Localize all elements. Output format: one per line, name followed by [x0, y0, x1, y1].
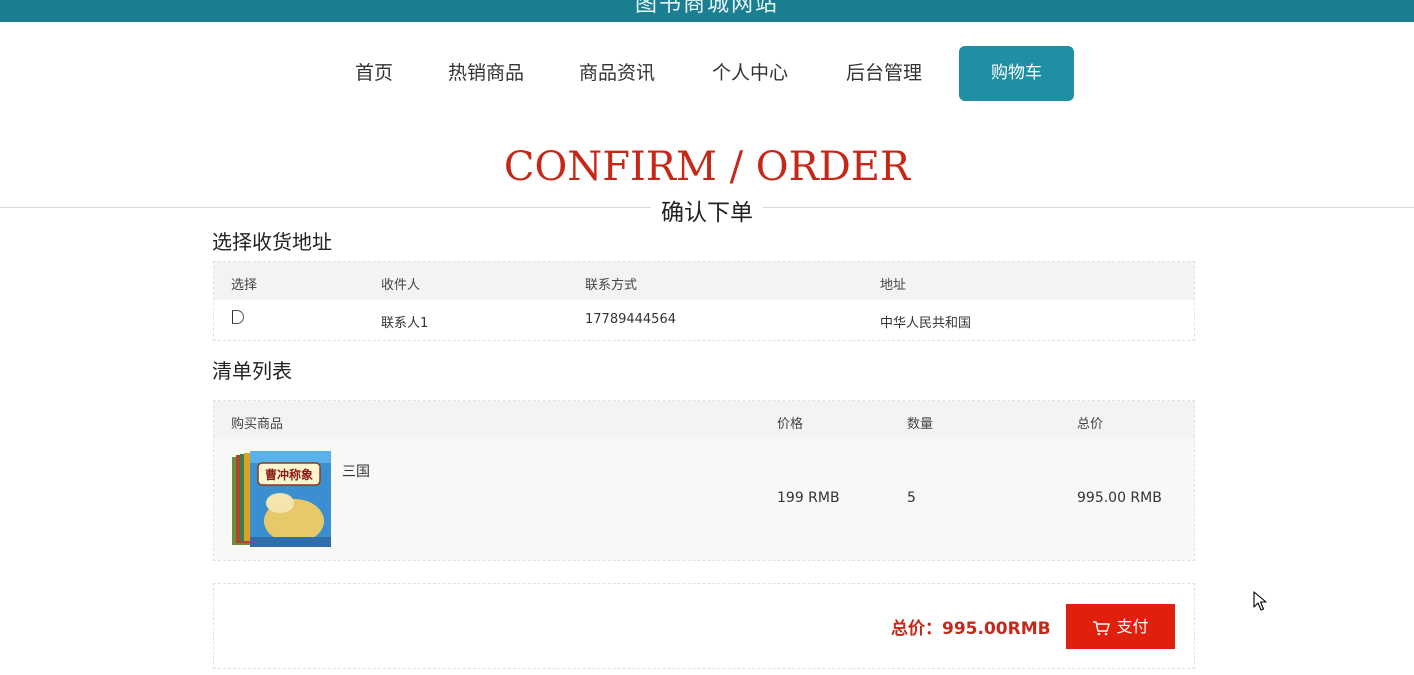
address-section-title: 选择收货地址 — [212, 230, 332, 254]
cart-icon — [1093, 620, 1111, 635]
address-table-header: 选择 收件人 联系方式 地址 — [214, 262, 1194, 300]
col-product: 购买商品 — [231, 417, 284, 432]
product-name[interactable]: 三国 — [342, 461, 370, 481]
mouse-pointer-icon — [1253, 591, 1267, 616]
col-quantity: 数量 — [907, 417, 934, 432]
pay-button[interactable]: 支付 — [1066, 604, 1175, 649]
order-summary: 总价：995.00RMB 支付 — [213, 583, 1195, 669]
nav-hot-products[interactable]: 热销商品 — [448, 46, 524, 101]
address-table: 选择 收件人 联系方式 地址 联系人1 17789444564 中华人民共和国 — [213, 261, 1195, 341]
main-nav: 首页 热销商品 商品资讯 个人中心 后台管理 购物车 — [0, 46, 1414, 101]
col-price: 价格 — [777, 417, 804, 432]
recipient-address: 中华人民共和国 — [880, 316, 972, 331]
nav-personal-center[interactable]: 个人中心 — [712, 46, 788, 101]
book-cover-title: 曹冲称象 — [265, 467, 313, 482]
product-quantity: 5 — [907, 490, 916, 506]
page-title-cn: 确认下单 — [651, 200, 763, 226]
page-title-cn-wrap: 确认下单 — [0, 193, 1414, 227]
nav-admin[interactable]: 后台管理 — [846, 46, 922, 101]
list-section-title: 清单列表 — [212, 359, 292, 383]
site-title: 图书商城网站 — [634, 0, 779, 17]
pay-button-label: 支付 — [1116, 617, 1149, 636]
top-banner: 图书商城网站 — [0, 0, 1414, 22]
order-item-row: 曹冲称象 三国 199 RMB 5 995.00 RMB — [214, 439, 1194, 560]
col-address: 地址 — [880, 278, 907, 293]
total-price: 总价：995.00RMB — [891, 619, 1051, 639]
order-list-table: 购买商品 价格 数量 总价 曹冲称象 三国 199 RMB 5 995.00 R… — [213, 400, 1195, 561]
col-select: 选择 — [231, 278, 258, 293]
address-row[interactable]: 联系人1 17789444564 中华人民共和国 — [214, 300, 1194, 340]
col-subtotal: 总价 — [1077, 417, 1104, 432]
nav-product-news[interactable]: 商品资讯 — [579, 46, 655, 101]
recipient-name: 联系人1 — [381, 316, 429, 331]
product-price: 199 RMB — [777, 490, 840, 506]
book-cover-image[interactable]: 曹冲称象 — [232, 451, 331, 547]
nav-cart[interactable]: 购物车 — [959, 46, 1074, 101]
col-phone: 联系方式 — [585, 278, 638, 293]
nav-home[interactable]: 首页 — [355, 46, 393, 101]
page-title-en: CONFIRM / ORDER — [503, 144, 911, 190]
recipient-phone: 17789444564 — [585, 312, 676, 327]
product-subtotal: 995.00 RMB — [1077, 490, 1162, 506]
address-radio[interactable] — [232, 310, 244, 324]
order-table-header: 购买商品 价格 数量 总价 — [214, 401, 1194, 439]
col-recipient: 收件人 — [381, 278, 421, 293]
